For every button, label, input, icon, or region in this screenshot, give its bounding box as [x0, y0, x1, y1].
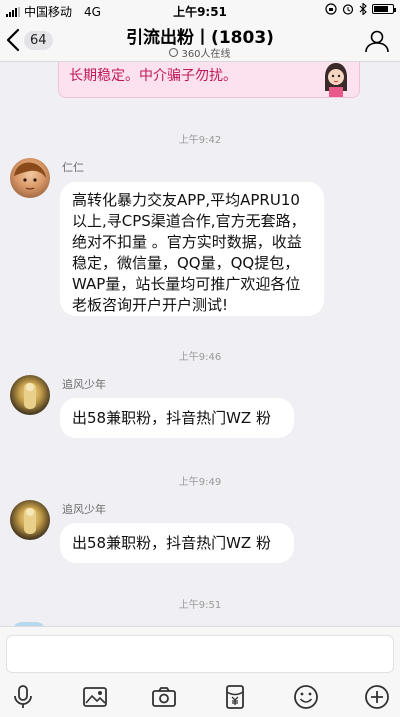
avatar-figure-icon: [24, 383, 36, 409]
status-bar: 中国移动 4G 上午9:51: [0, 0, 400, 20]
camera-icon[interactable]: [151, 684, 177, 710]
input-toolbar: [0, 684, 400, 712]
sender-name: 追风少年: [62, 378, 106, 391]
red-packet-icon[interactable]: [222, 684, 248, 710]
sender-name: 仁仁: [62, 161, 84, 174]
online-count: 360人在线: [0, 45, 400, 60]
avatar[interactable]: [10, 500, 50, 540]
avatar[interactable]: [10, 375, 50, 415]
banner-text: 长期稳定。中介骗子勿扰。: [69, 68, 237, 84]
group-members-icon[interactable]: [364, 29, 390, 53]
avatar-face-icon: [14, 162, 46, 190]
battery-fill: [374, 6, 388, 12]
microphone-icon[interactable]: [10, 684, 36, 710]
emoji-icon[interactable]: [293, 684, 319, 710]
message-bubble[interactable]: 高转化暴力交友APP,平均APRU10以上,寻CPS渠道合作,官方无套路，绝对不…: [60, 182, 324, 316]
message-timestamp: 上午9:42: [178, 135, 222, 146]
online-label: 360人在线: [181, 49, 231, 60]
online-icon: [169, 48, 179, 57]
message-timestamp: 上午9:49: [178, 477, 222, 488]
bluetooth-icon: [359, 3, 367, 15]
image-icon[interactable]: [82, 684, 108, 710]
nav-bar: 64 引流出粉丨(1803) 360人在线: [0, 20, 400, 62]
message-bubble[interactable]: 出58兼职粉，抖音热门WZ 粉: [60, 523, 294, 563]
alarm-icon: [342, 4, 354, 15]
message-input[interactable]: [6, 635, 394, 673]
message-timestamp: 上午9:51: [178, 600, 222, 611]
sender-name: 追风少年: [62, 503, 106, 516]
cartoon-girl-icon: [325, 63, 347, 97]
input-area: [0, 626, 400, 717]
orientation-lock-icon: [325, 3, 337, 15]
avatar-figure-icon: [24, 508, 36, 534]
status-right: [325, 3, 396, 15]
message-bubble[interactable]: 出58兼职粉，抖音热门WZ 粉: [60, 398, 294, 438]
plus-icon[interactable]: [364, 684, 390, 710]
battery-icon: [372, 4, 396, 14]
avatar[interactable]: [10, 158, 50, 198]
message-timestamp: 上午9:46: [178, 352, 222, 363]
